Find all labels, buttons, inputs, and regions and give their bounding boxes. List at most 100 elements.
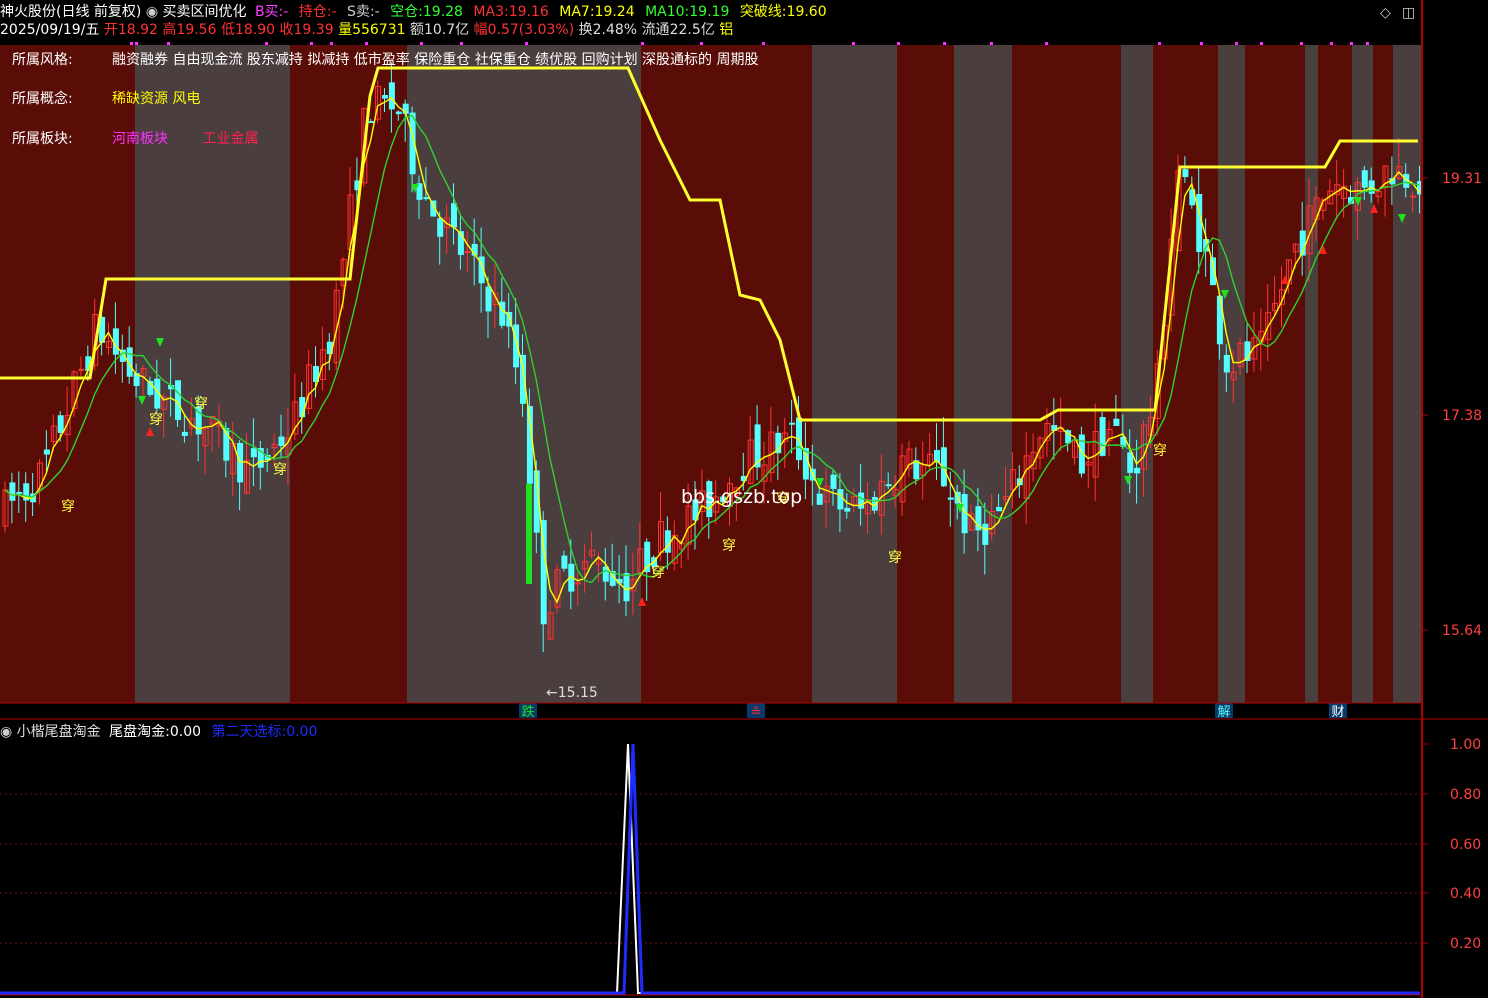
low-price-marker: ←15.15 bbox=[546, 685, 598, 701]
window-icon[interactable]: ◫ bbox=[1402, 5, 1415, 21]
stock-title[interactable]: 神火股份(日线 前复权) bbox=[0, 4, 141, 20]
signal-text: 穿 bbox=[1153, 443, 1167, 459]
indicator-axis-label: 0.20 bbox=[1450, 936, 1481, 952]
indicator-name[interactable]: 小楷尾盘淘金 bbox=[17, 724, 101, 740]
site-watermark: bbs.gszb.top bbox=[681, 486, 803, 508]
top-tick-mark bbox=[641, 42, 644, 45]
candle-body bbox=[561, 555, 568, 569]
background-band bbox=[897, 45, 954, 703]
concept-row: 所属概念: 稀缺资源 风电 bbox=[12, 88, 200, 108]
style-label: 所属风格: bbox=[12, 52, 73, 68]
indicator-axis-label: 0.60 bbox=[1450, 837, 1481, 853]
candle-body bbox=[1182, 169, 1189, 178]
vol-value: 556731 bbox=[352, 22, 406, 38]
signal-text: 穿 bbox=[722, 538, 736, 554]
background-band bbox=[1318, 45, 1352, 703]
candle-body bbox=[237, 442, 244, 483]
candle-body bbox=[1361, 170, 1368, 188]
background-band bbox=[1012, 45, 1121, 703]
empty-label: 空仓: bbox=[390, 4, 423, 20]
indicator-blue-spike bbox=[0, 743, 1420, 995]
candle-body bbox=[913, 460, 920, 480]
turnover-value: 2.48% bbox=[592, 22, 638, 38]
time-marker: 跌 bbox=[521, 704, 534, 720]
b-value: - bbox=[283, 4, 289, 20]
break-value: 19.60 bbox=[786, 4, 827, 20]
diamond-icon[interactable]: ◇ bbox=[1380, 5, 1391, 21]
amount-label: 额 bbox=[409, 22, 424, 38]
ma7-value: 19.24 bbox=[594, 4, 635, 20]
block-value-metal: 工业金属 bbox=[202, 131, 259, 147]
top-tick-mark bbox=[1235, 42, 1238, 45]
close-value: 19.39 bbox=[293, 22, 334, 38]
top-tick-mark bbox=[525, 42, 528, 45]
open-value: 18.92 bbox=[117, 22, 158, 38]
background-band bbox=[812, 45, 897, 703]
background-band bbox=[290, 45, 407, 703]
candle-body bbox=[437, 218, 444, 237]
candle-body bbox=[982, 523, 989, 545]
candle-body bbox=[112, 328, 119, 355]
price-axis-label: 17.38 bbox=[1442, 408, 1482, 424]
indicator-white-spike bbox=[0, 743, 1420, 994]
candle-body bbox=[451, 203, 457, 228]
candle-body bbox=[175, 380, 181, 420]
indicator-axis-label: 1.00 bbox=[1450, 737, 1481, 753]
open-label: 开 bbox=[103, 22, 118, 38]
background-band bbox=[641, 45, 812, 703]
turnover-label: 换 bbox=[578, 22, 593, 38]
indicator-line1-label: 尾盘淘金: bbox=[109, 724, 170, 740]
volume-green-block bbox=[526, 484, 532, 584]
candle-body bbox=[575, 582, 582, 585]
candle-body bbox=[57, 415, 64, 433]
indicator-dropdown-icon[interactable]: ◉ bbox=[0, 724, 12, 740]
candle-body bbox=[368, 121, 375, 124]
top-tick-mark bbox=[330, 42, 333, 45]
candle-body bbox=[16, 491, 23, 494]
top-tick-mark bbox=[1330, 42, 1333, 45]
ma10-label: MA10: bbox=[645, 4, 690, 20]
signal-text: 穿 bbox=[273, 462, 287, 478]
candle-body bbox=[278, 436, 285, 446]
top-tick-mark bbox=[1200, 42, 1203, 45]
candle-body bbox=[837, 489, 844, 510]
quote-date: 2025/09/19/五 bbox=[0, 22, 100, 38]
top-tick-mark bbox=[460, 42, 463, 45]
candle-body bbox=[250, 448, 257, 458]
candle-body bbox=[789, 422, 796, 425]
candle-body bbox=[602, 566, 609, 582]
block-label: 所属板块: bbox=[12, 131, 73, 147]
close-label: 收 bbox=[279, 22, 294, 38]
style-value: 融资融券 自由现金流 股东减持 拟减持 低市盈率 保险重仓 社保重仓 绩优股 回… bbox=[112, 52, 759, 68]
candle-body bbox=[816, 493, 823, 505]
top-tick-mark bbox=[762, 42, 765, 45]
candle-body bbox=[623, 573, 630, 602]
top-tick-mark bbox=[130, 42, 133, 45]
candle-body bbox=[1113, 418, 1120, 426]
s-label: S卖: bbox=[347, 4, 375, 20]
indicator-line1-value: 0.00 bbox=[169, 724, 202, 740]
top-tick-mark bbox=[852, 42, 855, 45]
top-tick-mark bbox=[1045, 42, 1048, 45]
hold-value: - bbox=[331, 4, 337, 20]
indicator-grid bbox=[0, 793, 1422, 944]
chg-value: 0.57(3.03%) bbox=[487, 22, 575, 38]
price-axis-label: 19.31 bbox=[1442, 171, 1482, 187]
candle-body bbox=[9, 482, 16, 501]
background-band bbox=[1373, 45, 1393, 703]
candle-body bbox=[947, 497, 954, 500]
amount-value: 10.7亿 bbox=[423, 22, 470, 38]
candle-body bbox=[388, 82, 395, 110]
candle-body bbox=[1410, 195, 1417, 198]
top-tick-mark bbox=[1350, 42, 1353, 45]
candle-body bbox=[78, 368, 85, 371]
formula-name[interactable]: 买卖区间优化 bbox=[163, 4, 247, 20]
hold-label: 持仓: bbox=[298, 4, 332, 20]
indicator-axis-label: 0.80 bbox=[1450, 787, 1481, 803]
top-tick-mark bbox=[1366, 42, 1369, 45]
dropdown-icon[interactable]: ◉ bbox=[146, 4, 158, 20]
s-value: - bbox=[374, 4, 380, 20]
vol-label: 量 bbox=[338, 22, 353, 38]
candle-body bbox=[395, 111, 402, 115]
style-row: 所属风格: 融资融券 自由现金流 股东减持 拟减持 低市盈率 保险重仓 社保重仓 … bbox=[12, 49, 759, 69]
